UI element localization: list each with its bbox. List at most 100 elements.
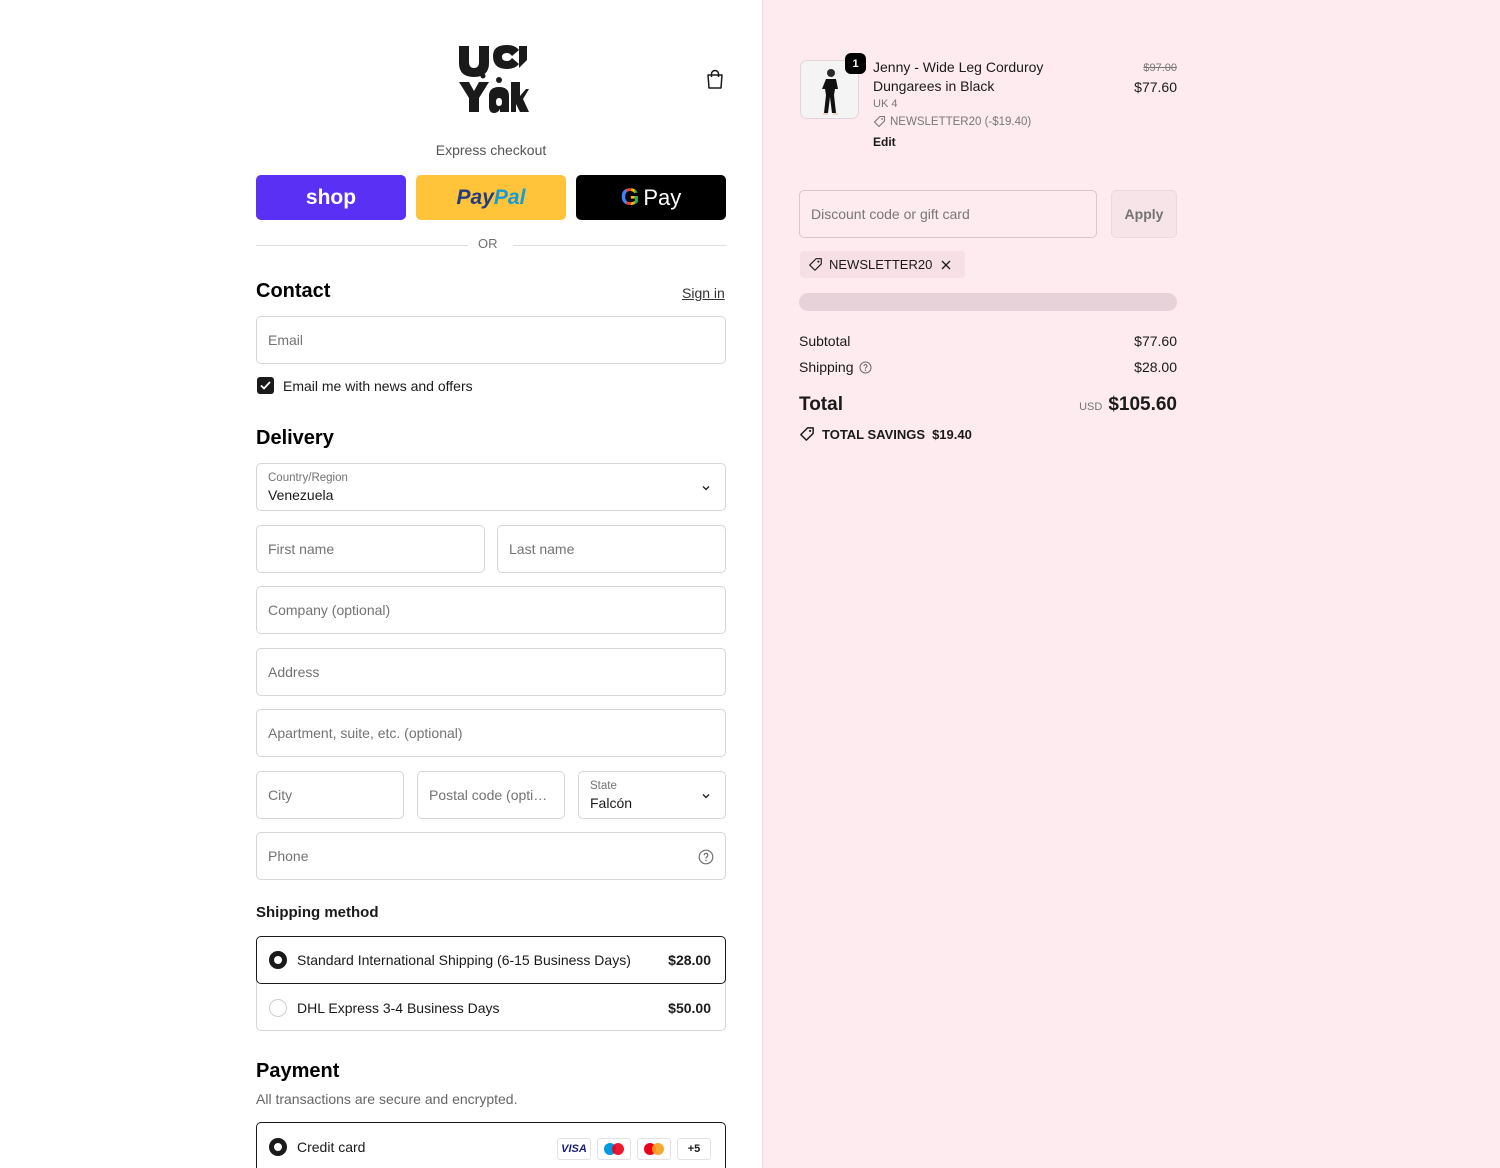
apply-discount-button[interactable]: Apply bbox=[1111, 190, 1177, 238]
edit-product-link[interactable]: Edit bbox=[873, 135, 896, 149]
product-name: Jenny - Wide Leg Corduroy Dungarees in B… bbox=[873, 59, 1044, 94]
shipping-options: Standard International Shipping (6-15 Bu… bbox=[256, 936, 726, 1031]
postal-code-field[interactable] bbox=[417, 771, 565, 819]
chevron-down-icon bbox=[702, 794, 710, 799]
tag-icon bbox=[800, 427, 814, 441]
order-summary-panel bbox=[762, 0, 1500, 1168]
applied-discount-code: NEWSLETTER20 bbox=[829, 257, 933, 272]
radio-selected[interactable] bbox=[269, 951, 287, 969]
shipping-option-dhl[interactable]: DHL Express 3-4 Business Days $50.00 bbox=[257, 984, 725, 1031]
currency-code: USD bbox=[1079, 401, 1103, 413]
remove-discount-icon[interactable] bbox=[941, 260, 957, 270]
country-value: Venezuela bbox=[268, 487, 334, 503]
lucy-and-yak-logo[interactable]: Lucy & Yak bbox=[455, 42, 529, 116]
contact-heading: Contact bbox=[256, 280, 331, 302]
quantity-badge: 1 bbox=[845, 53, 866, 74]
total-savings: TOTAL SAVINGS $19.40 bbox=[799, 426, 972, 442]
phone-input[interactable] bbox=[257, 833, 725, 879]
product-discount-text: NEWSLETTER20 (-$19.40) bbox=[890, 115, 1032, 128]
country-select[interactable]: Country/Region Venezuela bbox=[256, 463, 726, 511]
shop-pay-button[interactable]: shop bbox=[256, 175, 406, 220]
radio-selected[interactable] bbox=[269, 1138, 287, 1156]
or-label: OR bbox=[478, 236, 498, 251]
logo-text: Lucy & Yak bbox=[529, 42, 530, 43]
last-name-input[interactable] bbox=[498, 526, 725, 572]
city-field[interactable] bbox=[256, 771, 404, 819]
subtotal-label: Subtotal bbox=[799, 333, 851, 349]
google-g-icon: G bbox=[620, 183, 640, 211]
shipping-label-wrap: Shipping bbox=[799, 359, 872, 375]
payment-subtitle: All transactions are secure and encrypte… bbox=[256, 1091, 518, 1107]
company-input[interactable] bbox=[257, 587, 725, 633]
total-value: $105.60 bbox=[1108, 394, 1177, 415]
company-field[interactable] bbox=[256, 586, 726, 634]
state-label: State bbox=[590, 780, 617, 792]
google-pay-button[interactable]: G Pay bbox=[576, 175, 726, 220]
city-input[interactable] bbox=[257, 772, 403, 818]
delivery-heading: Delivery bbox=[256, 427, 334, 449]
savings-label: TOTAL SAVINGS bbox=[822, 426, 926, 442]
total-amount-wrap: USD $105.60 bbox=[1079, 394, 1177, 416]
radio-unselected[interactable] bbox=[269, 998, 287, 1017]
shipping-option-price: $28.00 bbox=[668, 952, 711, 968]
visa-icon: VISA bbox=[557, 1138, 591, 1160]
paypal-label-pal: Pal bbox=[493, 185, 526, 209]
total-row: Total USD $105.60 bbox=[799, 394, 1177, 416]
paypal-button[interactable]: Pay Pal bbox=[416, 175, 566, 220]
newsletter-option[interactable]: Email me with news and offers bbox=[257, 377, 473, 394]
phone-field[interactable] bbox=[256, 832, 726, 880]
first-name-input[interactable] bbox=[257, 526, 484, 572]
applied-discount-tag: NEWSLETTER20 bbox=[800, 251, 966, 278]
chevron-down-icon bbox=[702, 486, 710, 491]
payment-option-credit-card[interactable]: Credit card VISA +5 bbox=[256, 1122, 726, 1168]
bag-icon[interactable] bbox=[705, 68, 725, 90]
shipping-row: Shipping $28.00 bbox=[799, 359, 1177, 375]
last-name-field[interactable] bbox=[497, 525, 726, 573]
shop-pay-label: shop bbox=[305, 185, 357, 209]
payment-heading: Payment bbox=[256, 1060, 340, 1082]
shipping-option-price: $50.00 bbox=[668, 999, 711, 1016]
more-cards-badge: +5 bbox=[677, 1138, 711, 1160]
product-price: $77.60 bbox=[1134, 79, 1177, 95]
newsletter-checkbox[interactable] bbox=[257, 377, 274, 394]
email-field[interactable] bbox=[256, 316, 726, 364]
address-input[interactable] bbox=[257, 649, 725, 695]
total-label: Total bbox=[799, 394, 843, 415]
state-value: Falcón bbox=[590, 795, 633, 811]
address-field[interactable] bbox=[256, 648, 726, 696]
product-variant: UK 4 bbox=[873, 98, 898, 110]
tag-icon bbox=[873, 115, 886, 128]
sign-in-link[interactable]: Sign in bbox=[682, 285, 725, 301]
shipping-option-name: Standard International Shipping (6-15 Bu… bbox=[297, 952, 631, 968]
savings-value: $19.40 bbox=[932, 426, 972, 442]
checkout-form-panel: Lucy & Yak Express checkout shop PayPal … bbox=[0, 0, 762, 1168]
email-input[interactable] bbox=[257, 317, 725, 363]
shipping-option-standard[interactable]: Standard International Shipping (6-15 Bu… bbox=[256, 936, 726, 984]
discount-code-input[interactable] bbox=[800, 191, 1096, 237]
loading-bar bbox=[799, 293, 1177, 311]
shipping-option-name: DHL Express 3-4 Business Days bbox=[297, 999, 500, 1016]
postal-code-input[interactable] bbox=[418, 772, 564, 818]
subtotal-value: $77.60 bbox=[1134, 333, 1177, 349]
state-select[interactable]: State Falcón bbox=[578, 771, 726, 819]
apartment-field[interactable] bbox=[256, 709, 726, 757]
shipping-label: Shipping bbox=[799, 359, 854, 375]
help-icon[interactable] bbox=[858, 360, 872, 374]
divider-line bbox=[513, 245, 726, 246]
express-checkout-label: Express checkout bbox=[435, 142, 547, 158]
apartment-input[interactable] bbox=[257, 710, 725, 756]
help-icon[interactable] bbox=[698, 849, 714, 865]
discount-code-field[interactable] bbox=[799, 190, 1097, 238]
checkmark-icon bbox=[260, 381, 271, 390]
product-discount: NEWSLETTER20 (-$19.40) bbox=[873, 115, 1031, 128]
first-name-field[interactable] bbox=[256, 525, 485, 573]
paypal-label-pay: Pay bbox=[456, 185, 494, 209]
country-label: Country/Region bbox=[268, 472, 348, 484]
shipping-method-heading: Shipping method bbox=[256, 904, 379, 921]
original-price: $97.00 bbox=[1143, 62, 1177, 74]
or-divider: OR bbox=[256, 236, 726, 254]
payment-method-name: Credit card bbox=[297, 1139, 366, 1155]
maestro-icon bbox=[597, 1138, 631, 1160]
google-pay-label: Pay bbox=[643, 184, 682, 210]
mastercard-icon bbox=[637, 1138, 671, 1160]
